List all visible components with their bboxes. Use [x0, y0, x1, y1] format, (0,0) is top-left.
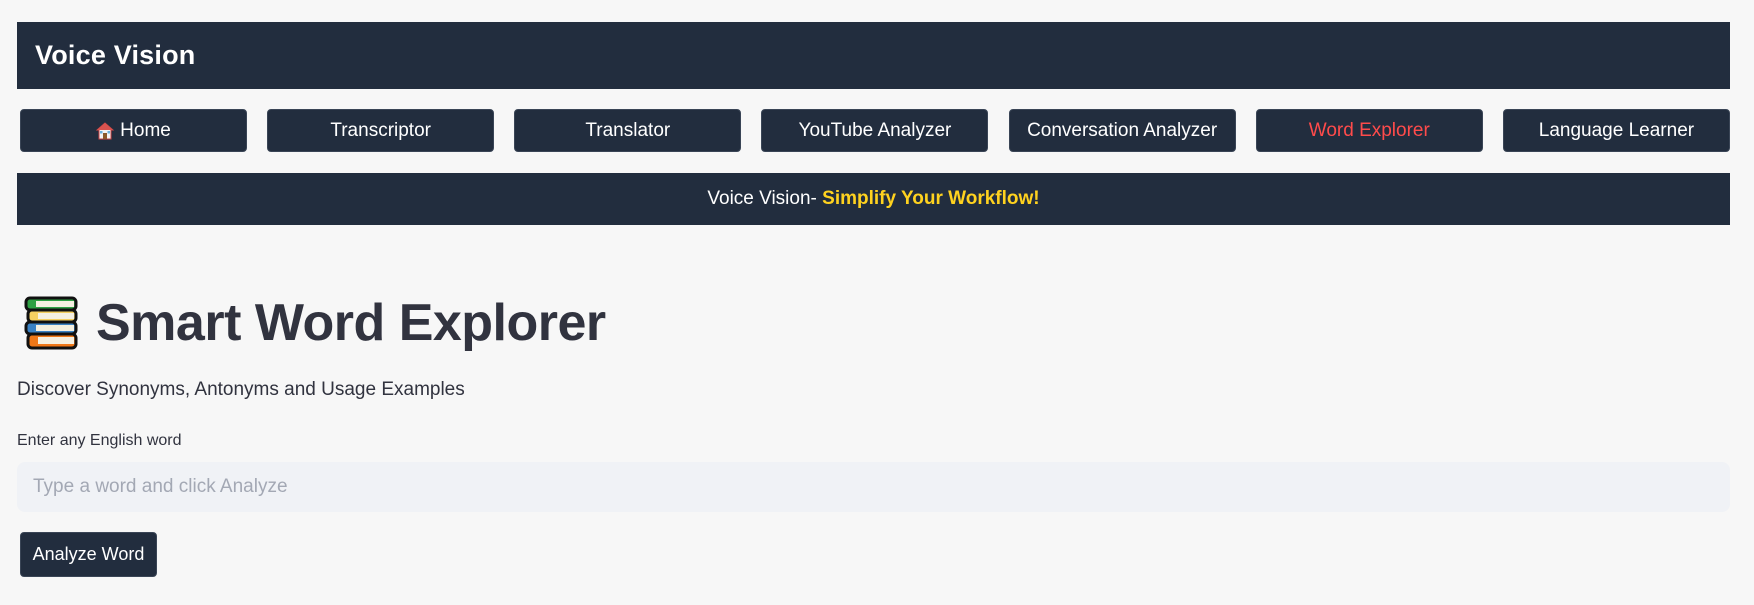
nav-bar: Home Transcriptor Translator YouTube Ana…: [20, 109, 1730, 152]
page: Voice Vision Home Transcriptor Translato…: [0, 0, 1754, 605]
nav-button-translator[interactable]: Translator: [514, 109, 742, 152]
word-input-label: Enter any English word: [17, 432, 182, 449]
app-header: Voice Vision: [17, 22, 1730, 89]
nav-label-youtube-analyzer: YouTube Analyzer: [798, 119, 952, 141]
nav-label-transcriptor: Transcriptor: [330, 119, 431, 141]
nav-label-conversation-analyzer: Conversation Analyzer: [1027, 119, 1218, 141]
house-icon: [95, 121, 115, 140]
nav-button-word-explorer[interactable]: Word Explorer: [1255, 109, 1483, 152]
nav-label-translator: Translator: [585, 119, 671, 141]
nav-button-transcriptor[interactable]: Transcriptor: [267, 109, 495, 152]
nav-button-youtube-analyzer[interactable]: YouTube Analyzer: [761, 109, 989, 152]
nav-label-home: Home: [120, 119, 171, 141]
page-title: Smart Word Explorer: [96, 294, 606, 352]
banner-highlight: Simplify Your Workflow!: [822, 188, 1040, 209]
app-title: Voice Vision: [35, 40, 196, 70]
nav-label-language-learner: Language Learner: [1538, 119, 1695, 141]
nav-button-conversation-analyzer[interactable]: Conversation Analyzer: [1008, 109, 1236, 152]
books-icon: [22, 294, 80, 352]
page-subtitle: Discover Synonyms, Antonyms and Usage Ex…: [17, 379, 465, 400]
nav-button-home[interactable]: Home: [20, 109, 247, 152]
nav-label-word-explorer: Word Explorer: [1308, 119, 1430, 141]
tagline-banner: Voice Vision- Simplify Your Workflow!: [17, 173, 1730, 225]
analyze-word-button[interactable]: Analyze Word: [20, 532, 157, 577]
page-heading: Smart Word Explorer: [22, 290, 606, 356]
nav-button-language-learner[interactable]: Language Learner: [1502, 109, 1730, 152]
banner-prefix: Voice Vision-: [707, 188, 823, 209]
word-input[interactable]: [17, 462, 1730, 512]
